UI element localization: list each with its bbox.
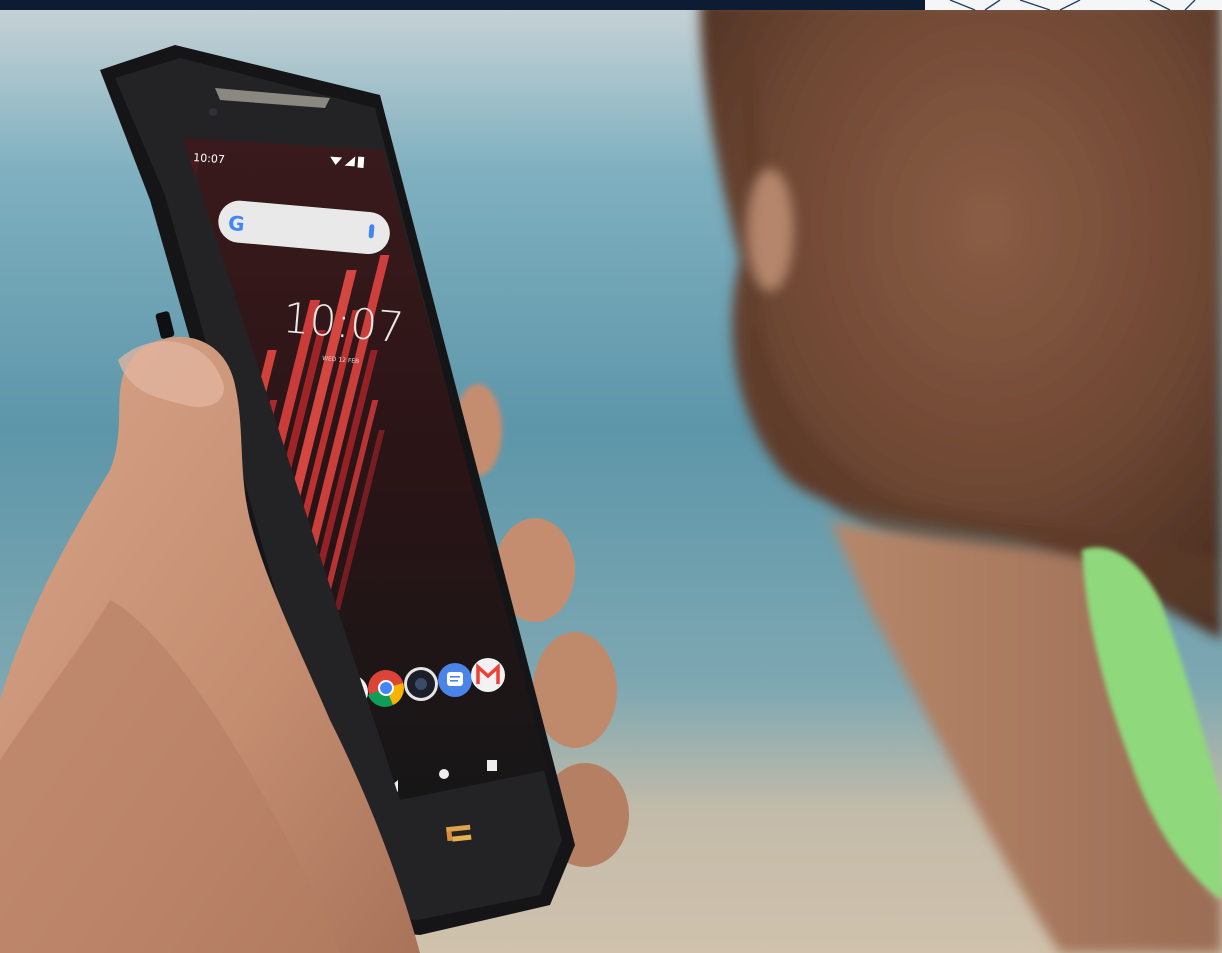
photo-scene: 10:07 G 10:07 WED 12 FEB <box>0 0 1222 953</box>
camera-app-icon[interactable] <box>404 667 438 701</box>
top-brand-bar <box>0 0 925 10</box>
photo-illustration: 10:07 G 10:07 WED 12 FEB <box>0 0 1222 953</box>
status-time: 10:07 <box>193 151 226 166</box>
gmail-app-icon[interactable] <box>471 658 505 692</box>
corner-logo-badge <box>925 0 1222 11</box>
messages-app-icon[interactable] <box>438 663 472 697</box>
google-logo-icon: G <box>227 211 245 236</box>
recents-icon[interactable] <box>487 760 497 771</box>
battery-icon <box>357 156 365 168</box>
home-icon[interactable] <box>439 769 449 779</box>
